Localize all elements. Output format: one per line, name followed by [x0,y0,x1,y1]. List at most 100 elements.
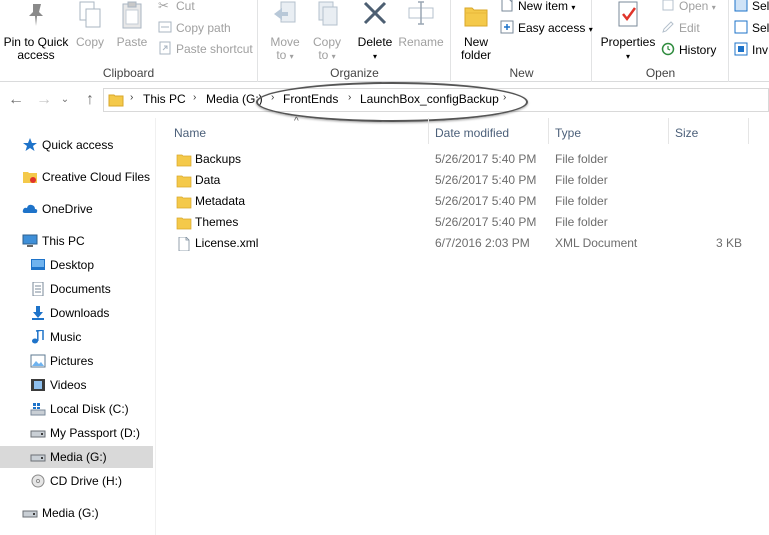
file-date: 5/26/2017 5:40 PM [435,194,537,208]
nav-cd-drive-h[interactable]: CD Drive (H:) [0,470,153,492]
back-button[interactable]: ← [6,90,26,110]
file-row-metadata[interactable]: Metadata 5/26/2017 5:40 PM File folder [172,191,769,212]
column-divider [548,118,549,144]
up-button[interactable]: ↑ [80,90,100,110]
pictures-icon [30,354,46,368]
move-to-label-2: to [276,48,287,62]
file-date: 5/26/2017 5:40 PM [435,173,537,187]
cloud-icon [22,204,38,213]
open-button[interactable]: Open ▾ [661,0,716,16]
select-none-label: Sel [752,21,769,35]
move-to-label: Move [270,35,300,49]
column-divider [668,118,669,144]
breadcrumb-this-pc[interactable]: This PC [143,92,186,106]
delete-button[interactable]: Delete ▾ [355,0,395,63]
edit-button[interactable]: Edit [661,18,700,38]
nav-music[interactable]: Music [0,326,153,348]
file-date: 5/26/2017 5:40 PM [435,152,537,166]
history-label: History [679,43,717,57]
pin-label-2: access [17,48,55,62]
rename-button[interactable]: Rename [397,0,445,49]
cut-button[interactable]: ✂ Cut [158,0,195,16]
drive-icon [30,430,46,438]
nav-videos[interactable]: Videos [0,374,153,396]
nav-documents[interactable]: Documents [0,278,153,300]
file-row-themes[interactable]: Themes 5/26/2017 5:40 PM File folder [172,212,769,233]
file-name: License.xml [195,236,259,250]
easy-access-label: Easy access [518,21,586,35]
paste-button[interactable]: Paste [112,0,152,49]
nav-creative-cloud-files[interactable]: Creative Cloud Files [0,166,153,188]
folder-icon [176,217,192,230]
file-date: 5/26/2017 5:40 PM [435,215,537,229]
file-type: File folder [555,152,608,166]
select-none-button[interactable]: Sel [734,18,769,38]
forward-button[interactable]: → [34,90,54,110]
copy-path-icon [158,21,172,33]
invert-selection-button[interactable]: Inv [734,40,768,60]
column-header-date-modified[interactable]: Date modified [435,122,509,144]
nav-pictures[interactable]: Pictures [0,350,153,372]
select-all-button[interactable]: Sel [734,0,769,16]
windows-drive-icon [30,403,46,416]
sort-chevron-icon: ^ [294,116,299,127]
column-header-size[interactable]: Size [675,122,698,144]
new-item-button[interactable]: New item ▾ [500,0,575,16]
nav-label: Music [50,330,82,344]
file-row-license-xml[interactable]: License.xml 6/7/2016 2:03 PM XML Documen… [172,233,769,254]
nav-quick-access[interactable]: Quick access [0,134,153,156]
creative-cloud-icon [23,172,37,183]
nav-label: Videos [50,378,87,392]
copy-path-label: Copy path [176,21,231,35]
file-row-backups[interactable]: Backups 5/26/2017 5:40 PM File folder [172,149,769,170]
folder-icon [176,175,192,188]
breadcrumb-separator-icon: › [130,92,134,103]
pin-to-quick-access-button[interactable]: Pin to Quick access [2,0,70,62]
easy-access-button[interactable]: Easy access ▾ [500,18,593,38]
nav-downloads[interactable]: Downloads [0,302,153,324]
file-row-data[interactable]: Data 5/26/2017 5:40 PM File folder [172,170,769,191]
properties-icon [618,1,638,27]
nav-local-disk-c[interactable]: Local Disk (C:) [0,398,153,420]
new-item-icon [501,0,513,12]
folder-icon [176,154,192,167]
new-group: New folder New item ▾ Easy access ▾ New [452,0,593,82]
history-button[interactable]: History [661,40,716,60]
column-header-name[interactable]: Name [174,122,206,144]
download-icon [32,306,44,320]
column-divider [428,118,429,144]
copy-button[interactable]: Copy [72,0,108,49]
select-all-icon [734,0,748,12]
forward-arrow-icon: → [36,91,52,108]
new-group-label: New [509,66,534,80]
nav-label: OneDrive [42,202,93,216]
nav-this-pc[interactable]: This PC [0,230,153,252]
edit-icon [662,21,674,33]
nav-media-g[interactable]: Media (G:) [0,446,153,468]
column-header-type[interactable]: Type [555,122,581,144]
copy-label: Copy [75,35,104,49]
nav-onedrive[interactable]: OneDrive [0,198,153,220]
nav-media-g-drive[interactable]: Media (G:) [0,502,153,524]
copy-path-button[interactable]: Copy path [158,18,231,38]
nav-label: Quick access [42,138,114,152]
easy-access-icon [500,20,514,34]
nav-my-passport-d[interactable]: My Passport (D:) [0,422,153,444]
nav-label: CD Drive (H:) [50,474,122,488]
file-type: XML Document [555,236,638,250]
scissors-icon: ✂ [158,0,169,13]
open-label: Open [679,0,709,13]
drive-icon [30,454,46,462]
nav-desktop[interactable]: Desktop [0,254,153,276]
clipboard-icon [122,1,142,29]
move-to-button[interactable]: Move to ▾ [265,0,305,63]
file-name: Metadata [195,194,246,208]
copy-to-button[interactable]: Copy to ▾ [307,0,347,63]
recent-locations-button[interactable]: ⌄ [58,90,72,110]
new-folder-button[interactable]: New folder [454,0,498,62]
open-icon [662,0,674,11]
properties-button[interactable]: Properties ▾ [597,0,659,63]
nav-label: My Passport (D:) [50,426,141,440]
breadcrumb-media-g[interactable]: Media (G:) [206,92,263,106]
paste-shortcut-button[interactable]: Paste shortcut [158,39,253,59]
